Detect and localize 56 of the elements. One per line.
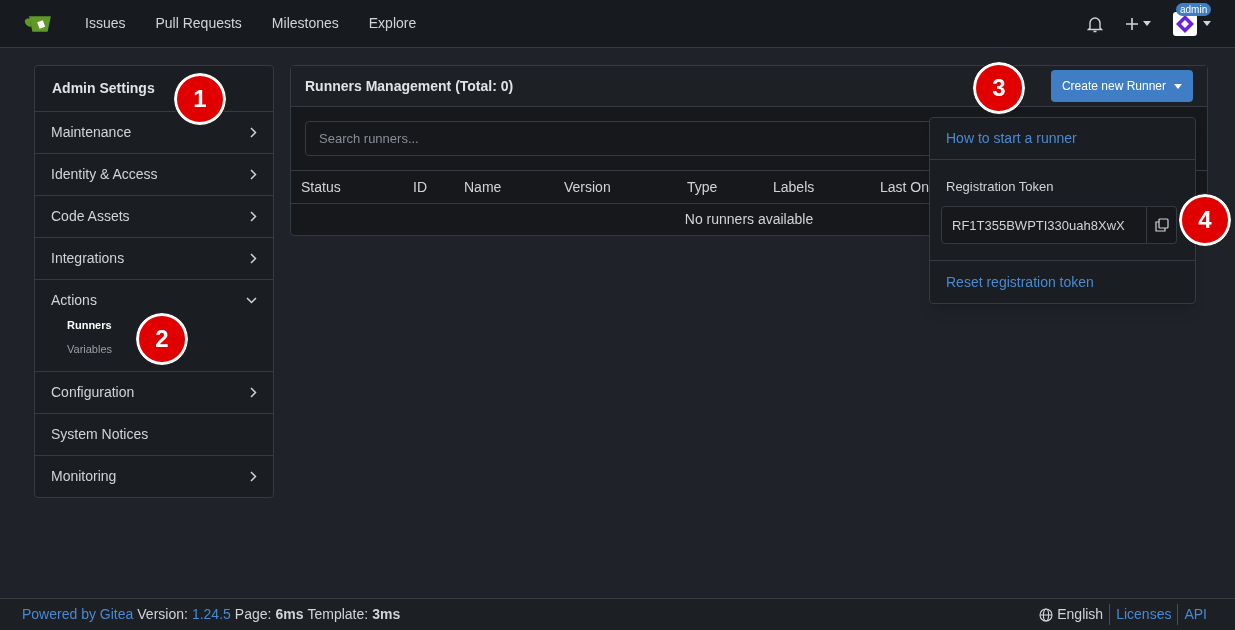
chevron-right-icon [250, 253, 257, 264]
sidebar-item[interactable]: Maintenance [35, 112, 273, 153]
sidebar-title: Admin Settings [52, 79, 155, 98]
globe-icon [1039, 607, 1054, 622]
version-link[interactable]: 1.24.5 [191, 604, 231, 625]
numbered-marker: 4 [1179, 194, 1231, 246]
page-label: Page: [234, 605, 272, 624]
column-header: Status [301, 178, 341, 195]
footer-link[interactable]: API [1177, 604, 1213, 625]
nav-link[interactable]: Pull Requests [140, 13, 257, 34]
sidebar-item[interactable]: Identity & Access [35, 154, 273, 195]
page-time: 6ms [275, 605, 304, 624]
reset-token-link[interactable]: Reset registration token [946, 271, 1094, 293]
language-selector[interactable]: English [1039, 604, 1110, 625]
column-header: Last On [880, 178, 930, 195]
template-time: 3ms [372, 605, 401, 624]
bell-icon[interactable] [1087, 14, 1103, 33]
user-badge: admin [1176, 2, 1212, 16]
chevron-right-icon [250, 211, 257, 222]
chevron-right-icon [250, 471, 257, 482]
copy-button[interactable] [1147, 206, 1177, 244]
caret-icon [1174, 83, 1182, 89]
sidebar-item[interactable]: Monitoring [35, 456, 273, 497]
create-menu[interactable] [1125, 16, 1151, 31]
chevron-down-icon [246, 297, 257, 304]
column-header: ID [413, 178, 427, 195]
plus-icon [1125, 16, 1139, 31]
how-to-link[interactable]: How to start a runner [946, 128, 1077, 149]
teacup-logo-icon[interactable] [24, 13, 54, 34]
sidebar-item[interactable]: Integrations [35, 238, 273, 279]
create-runner-button[interactable]: Create new Runner [1050, 70, 1193, 102]
chevron-right-icon [250, 387, 257, 398]
version-label: Version: [137, 605, 188, 624]
nav-link[interactable]: Issues [70, 13, 141, 34]
column-header: Version [564, 178, 611, 195]
panel-title: Runners Management (Total: 0) [305, 76, 514, 96]
column-header: Labels [773, 178, 815, 195]
caret-icon [1143, 21, 1151, 26]
copy-icon [1154, 218, 1169, 232]
submenu-item[interactable]: Variables [67, 340, 113, 357]
sidebar-item[interactable]: Code Assets [35, 196, 273, 237]
chevron-right-icon [250, 169, 257, 180]
chevron-right-icon [250, 127, 257, 138]
gitea-link[interactable]: Powered by Gitea [22, 604, 134, 625]
sidebar-item[interactable]: Configuration [35, 372, 273, 413]
column-header: Type [687, 178, 718, 195]
empty-message: No runners available [684, 210, 814, 229]
column-header: Name [464, 178, 502, 195]
template-label: Template: [307, 605, 369, 624]
nav-link[interactable]: Explore [353, 13, 432, 34]
token-label: Registration Token [946, 179, 1054, 194]
sidebar-item[interactable]: System Notices [35, 414, 273, 455]
token-field[interactable]: RF1T355BWPTI330uah8XwX [941, 206, 1148, 244]
footer-link[interactable]: Licenses [1109, 604, 1178, 625]
caret-icon [1203, 21, 1211, 26]
nav-link[interactable]: Milestones [256, 13, 354, 34]
